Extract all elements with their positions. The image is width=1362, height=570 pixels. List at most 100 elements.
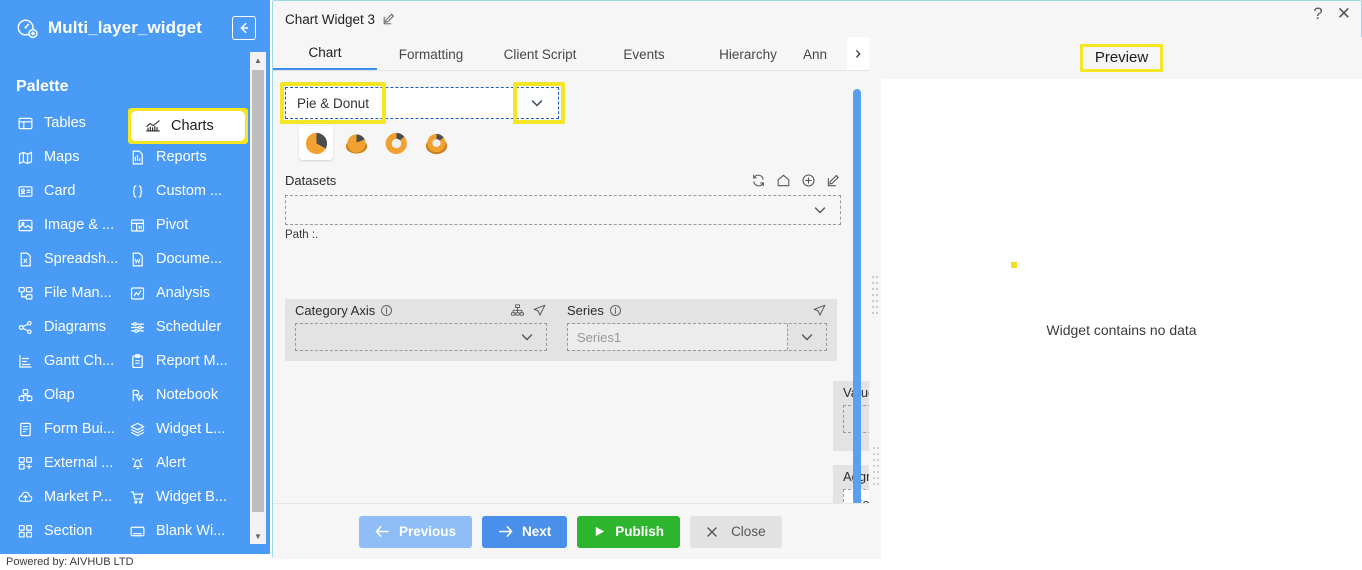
plus-circle-icon[interactable]: [801, 173, 816, 188]
home-icon[interactable]: [776, 173, 791, 188]
sidebar-item-label: Market P...: [44, 489, 113, 505]
spreadsheet-icon: [16, 250, 35, 269]
category-axis-label: Category Axis: [295, 302, 376, 318]
sidebar-item-market-place[interactable]: Market P...: [0, 480, 122, 514]
donut-3d-chart-icon[interactable]: [419, 126, 453, 160]
chevron-down-icon[interactable]: [800, 202, 840, 218]
sidebar-item-widget-builder[interactable]: Widget B...: [122, 480, 246, 514]
sidebar-item-image[interactable]: Image & ...: [0, 208, 122, 242]
close-x-icon[interactable]: ✕: [1337, 5, 1351, 22]
edit-pencil-icon[interactable]: [826, 173, 841, 188]
next-button[interactable]: Next: [482, 515, 568, 548]
arrow-left-icon: [240, 22, 249, 34]
tab-bar: Chart Formatting Client Script Events Hi…: [273, 37, 869, 71]
olap-cube-icon: [16, 386, 35, 405]
chart-type-select[interactable]: Pie & Donut: [285, 87, 559, 119]
preview-pane: Preview Widget contains no data: [873, 37, 1362, 559]
publish-button[interactable]: Publish: [577, 515, 681, 548]
info-icon[interactable]: [380, 304, 393, 317]
sidebar-item-documents[interactable]: Docume...: [122, 242, 246, 276]
chevron-right-icon[interactable]: ›: [847, 37, 869, 70]
sidebar-item-reports[interactable]: Reports: [122, 140, 246, 174]
donut-chart-icon[interactable]: [379, 126, 413, 160]
sidebar-item-custom[interactable]: Custom ...: [122, 174, 246, 208]
scroll-up-button[interactable]: ▲: [250, 52, 266, 68]
sidebar-item-maps[interactable]: Maps: [0, 140, 122, 174]
sidebar-item-scheduler[interactable]: Scheduler: [122, 310, 246, 344]
arrow-left-icon: [375, 525, 390, 538]
sidebar-item-gantt[interactable]: Gantt Ch...: [0, 344, 122, 378]
datasets-select[interactable]: [285, 195, 841, 225]
sidebar-scrollbar[interactable]: ▲ ▼: [250, 52, 266, 544]
sidebar-item-label: Reports: [156, 149, 207, 165]
sidebar-item-spreadsheet[interactable]: Spreadsh...: [0, 242, 122, 276]
pencil-edit-icon[interactable]: [382, 12, 396, 26]
sidebar-item-label: Pivot: [156, 217, 189, 233]
id-card-icon: [16, 182, 35, 201]
sidebar-item-charts[interactable]: Charts: [131, 111, 245, 141]
cloud-upload-icon: [16, 488, 35, 507]
chevron-down-icon[interactable]: [508, 329, 546, 345]
editor-scrollbar-thumb[interactable]: [853, 89, 861, 519]
sidebar-item-alert[interactable]: Alert: [122, 446, 246, 480]
sidebar-scrollbar-thumb[interactable]: [252, 70, 264, 512]
tab-formatting[interactable]: Formatting: [377, 47, 485, 70]
sidebar-item-analysis[interactable]: Analysis: [122, 276, 246, 310]
sidebar-item-label: Scheduler: [156, 319, 222, 335]
pie-chart-icon[interactable]: [299, 126, 333, 160]
sidebar-item-section[interactable]: Section: [0, 514, 122, 548]
sidebar-item-olap[interactable]: Olap: [0, 378, 122, 412]
sidebar-item-diagrams[interactable]: Diagrams: [0, 310, 122, 344]
section-grid-icon: [16, 522, 35, 541]
series-select[interactable]: Series1: [567, 323, 827, 351]
sidebar-item-label: Olap: [44, 387, 75, 403]
datasets-toolbar: [751, 173, 841, 188]
tab-hierarchy[interactable]: Hierarchy: [693, 47, 803, 70]
pie-3d-chart-icon[interactable]: [339, 126, 373, 160]
chevron-down-icon[interactable]: [788, 329, 826, 345]
sidebar-item-label: Diagrams: [44, 319, 107, 335]
scroll-down-button[interactable]: ▼: [250, 528, 266, 544]
action-button-bar: Previous Next Publish Close: [273, 503, 869, 559]
category-axis-select[interactable]: [295, 323, 547, 351]
send-arrow-icon[interactable]: [812, 303, 827, 318]
refresh-icon[interactable]: [751, 173, 766, 188]
dataset-path-label: Path :.: [285, 229, 319, 241]
sidebar-item-label: File Man...: [44, 285, 112, 301]
tab-chart[interactable]: Chart: [273, 45, 377, 70]
datasets-label-row: Datasets: [285, 169, 841, 191]
sidebar-item-external[interactable]: External ...: [0, 446, 122, 480]
chart-type-row: Pie & Donut: [273, 71, 869, 124]
question-mark-icon[interactable]: ?: [1313, 5, 1322, 22]
word-document-icon: [128, 250, 147, 269]
splitter-grip-icon: [872, 276, 878, 314]
sidebar-item-file-manager[interactable]: File Man...: [0, 276, 122, 310]
sidebar-item-notebook[interactable]: Notebook: [122, 378, 246, 412]
tab-client-script[interactable]: Client Script: [485, 47, 595, 70]
notebook-rx-icon: [128, 386, 147, 405]
info-icon[interactable]: [609, 304, 622, 317]
sidebar-item-widget-library[interactable]: Widget L...: [122, 412, 246, 446]
sidebar-item-label: Widget L...: [156, 421, 226, 437]
tab-events[interactable]: Events: [595, 47, 693, 70]
preview-body: Widget contains no data: [881, 79, 1362, 559]
sidebar-item-label: Image & ...: [44, 217, 115, 233]
sidebar-item-blank-widget[interactable]: Blank Wi...: [122, 514, 246, 548]
scheduler-sliders-icon: [128, 318, 147, 337]
sidebar-item-pivot[interactable]: Pivot: [122, 208, 246, 242]
chevron-down-icon[interactable]: [514, 88, 558, 118]
sidebar-item-tables[interactable]: Tables: [0, 106, 122, 140]
preview-grip-icon: [873, 447, 879, 485]
series-input[interactable]: Series1: [568, 324, 788, 350]
close-button[interactable]: Close: [690, 515, 782, 548]
previous-button[interactable]: Previous: [359, 515, 473, 548]
chart-type-value: Pie & Donut: [297, 95, 370, 111]
send-arrow-icon[interactable]: [532, 303, 547, 318]
hierarchy-icon[interactable]: [510, 303, 525, 318]
sidebar-item-form-builder[interactable]: Form Bui...: [0, 412, 122, 446]
collapse-sidebar-button[interactable]: [232, 16, 256, 40]
sidebar-item-report-manager[interactable]: Report M...: [122, 344, 246, 378]
sidebar-item-label: Gantt Ch...: [44, 353, 115, 369]
shopping-cart-icon: [128, 488, 147, 507]
sidebar-item-card[interactable]: Card: [0, 174, 122, 208]
